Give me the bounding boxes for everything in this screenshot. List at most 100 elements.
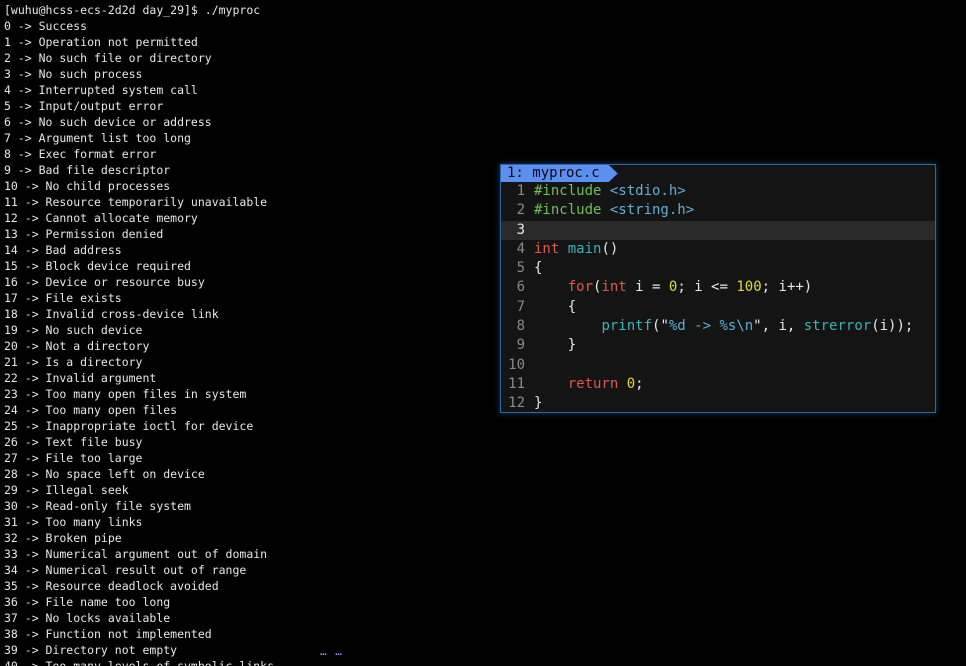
- code-token: <stdio.h>: [609, 183, 686, 199]
- output-line: 36 -> File name too long: [4, 595, 171, 609]
- line-number: 5: [516, 260, 525, 277]
- output-line: 10 -> No child processes: [4, 179, 171, 193]
- code-token: int: [601, 279, 627, 296]
- code-token: for: [567, 279, 594, 296]
- code-area[interactable]: 1 #include <stdio.h> 2 #include <string.h> 3…: [501, 182, 935, 412]
- output-line: 16 -> Device or resource busy: [4, 275, 205, 289]
- code-token: ; i <=: [677, 279, 737, 296]
- code-token: <string.h>: [609, 202, 695, 219]
- code-line[interactable]: 8 printf("%d -> %s\n", i, strerror(i));: [501, 317, 935, 336]
- line-number: 7: [516, 298, 525, 315]
- output-line: 22 -> Invalid argument: [4, 371, 157, 385]
- code-token: ", i,: [753, 318, 804, 335]
- line-number: 10: [508, 356, 525, 373]
- output-line: 34 -> Numerical result out of range: [4, 563, 247, 577]
- line-number: 6: [516, 279, 525, 296]
- code-token: printf: [601, 318, 653, 335]
- code-line[interactable]: 5{: [501, 259, 935, 278]
- output-line: 13 -> Permission denied: [4, 227, 164, 241]
- output-line: 15 -> Block device required: [4, 259, 191, 273]
- output-line: 20 -> Not a directory: [4, 339, 150, 353]
- output-line: 29 -> Illegal seek: [4, 483, 129, 497]
- output-line: 11 -> Resource temporarily unavailable: [4, 195, 268, 209]
- code-text: int main(): [534, 241, 618, 257]
- code-line[interactable]: 1 #include <stdio.h>: [501, 182, 935, 201]
- output-line: 32 -> Broken pipe: [4, 531, 122, 545]
- scroll-more-indicator: … …: [320, 645, 343, 658]
- output-line: 8 -> Exec format error: [4, 147, 157, 161]
- code-token: }: [534, 395, 543, 412]
- output-line: 37 -> No locks available: [4, 611, 171, 625]
- output-line: 28 -> No space left on device: [4, 467, 205, 481]
- output-line: 2 -> No such file or directory: [4, 51, 212, 65]
- output-line: 9 -> Bad file descriptor: [4, 163, 171, 177]
- output-line: 40 -> Too many levels of symbolic links: [4, 659, 275, 666]
- line-number: 1: [516, 183, 525, 199]
- output-line: 23 -> Too many open files in system: [4, 387, 247, 401]
- code-token: }: [534, 337, 577, 354]
- code-token: (i));: [871, 318, 914, 335]
- output-line: 0 -> Success: [4, 19, 88, 33]
- line-number: 12: [508, 395, 525, 412]
- code-editor-popup[interactable]: 1: myproc.c 1 #include <stdio.h> 2 #include…: [500, 164, 936, 413]
- editor-tab-bar: 1: myproc.c: [501, 165, 935, 182]
- line-number: 9: [516, 337, 525, 354]
- output-line: 31 -> Too many links: [4, 515, 143, 529]
- code-text: return 0;: [534, 376, 644, 392]
- output-line: 7 -> Argument list too long: [4, 131, 191, 145]
- code-token: #include: [534, 183, 610, 199]
- code-token: ; i++): [761, 279, 813, 296]
- code-text: #include <string.h>: [534, 202, 694, 218]
- code-line[interactable]: 7 {: [501, 298, 935, 317]
- output-line: 26 -> Text file busy: [4, 435, 143, 449]
- code-token: int: [534, 240, 560, 257]
- code-token: (": [652, 318, 669, 335]
- line-number: 2: [516, 202, 525, 219]
- code-token: 0: [626, 375, 636, 392]
- output-line: 5 -> Input/output error: [4, 99, 164, 113]
- terminal-output[interactable]: [wuhu@hcss-ecs-2d2d day_29]$ ./myproc 0 -…: [4, 2, 274, 666]
- code-line[interactable]: 2 #include <string.h>: [501, 201, 935, 220]
- code-text: #include <stdio.h>: [534, 183, 686, 199]
- code-text: for(int i = 0; i <= 100; i++): [534, 279, 813, 296]
- code-token: return: [567, 375, 619, 392]
- code-line[interactable]: 10: [501, 356, 935, 375]
- code-token: %d -> %s\n: [668, 318, 754, 335]
- code-line[interactable]: 12}: [501, 394, 935, 412]
- code-text: }: [534, 337, 576, 353]
- line-number: 3: [516, 221, 525, 238]
- output-line: 25 -> Inappropriate ioctl for device: [4, 419, 254, 433]
- code-token: ;: [635, 375, 644, 392]
- line-number: 4: [516, 240, 525, 257]
- output-line: 18 -> Invalid cross-device link: [4, 307, 219, 321]
- code-line[interactable]: 11 return 0;: [501, 375, 935, 394]
- editor-tab-myproc[interactable]: 1: myproc.c: [501, 165, 618, 182]
- code-token: (): [601, 240, 619, 257]
- code-text: {: [534, 260, 542, 276]
- output-line: 1 -> Operation not permitted: [4, 35, 198, 49]
- code-line[interactable]: 6 for(int i = 0; i <= 100; i++): [501, 278, 935, 297]
- output-line: 6 -> No such device or address: [4, 115, 212, 129]
- code-line[interactable]: 9 }: [501, 336, 935, 355]
- output-line: 3 -> No such process: [4, 67, 143, 81]
- code-token: 100: [736, 279, 762, 296]
- code-line[interactable]: 4 int main(): [501, 240, 935, 259]
- output-line: 39 -> Directory not empty: [4, 643, 178, 657]
- code-line[interactable]: 3: [501, 220, 935, 240]
- output-line: 4 -> Interrupted system call: [4, 83, 198, 97]
- code-token: {: [534, 298, 577, 315]
- output-line: 38 -> Function not implemented: [4, 627, 212, 641]
- output-line: 17 -> File exists: [4, 291, 122, 305]
- output-line: 12 -> Cannot allocate memory: [4, 211, 198, 225]
- code-token: #include: [534, 202, 610, 219]
- shell-prompt-line: [wuhu@hcss-ecs-2d2d day_29]$ ./myproc: [4, 3, 261, 17]
- terminal-window[interactable]: [wuhu@hcss-ecs-2d2d day_29]$ ./myproc 0 -…: [0, 0, 966, 666]
- output-line: 30 -> Read-only file system: [4, 499, 191, 513]
- code-token: {: [534, 260, 543, 277]
- code-token: i =: [626, 279, 669, 296]
